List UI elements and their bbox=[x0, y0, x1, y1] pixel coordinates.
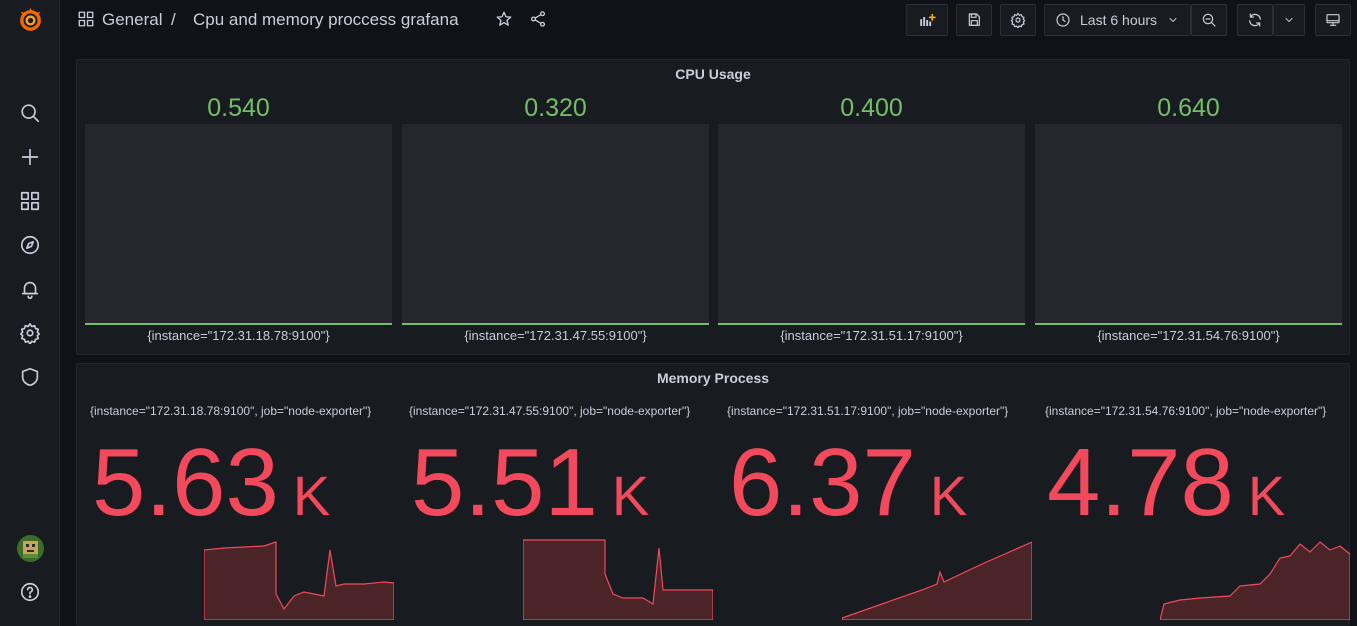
explore-icon[interactable] bbox=[16, 231, 44, 259]
zoom-out-icon bbox=[1202, 13, 1216, 27]
memory-stat-value: 4.78 K bbox=[1047, 428, 1285, 551]
cpu-gauge-label: {instance="172.31.51.17:9100"} bbox=[780, 328, 963, 343]
cpu-gauge-label: {instance="172.31.18.78:9100"} bbox=[147, 328, 330, 343]
memory-stat-label: {instance="172.31.47.55:9100", job="node… bbox=[409, 404, 691, 418]
time-picker-button[interactable]: Last 6 hours bbox=[1044, 4, 1191, 36]
tv-mode-button[interactable] bbox=[1315, 4, 1351, 36]
alerting-icon[interactable] bbox=[16, 275, 44, 303]
sidebar bbox=[0, 0, 60, 626]
memory-stat-label: {instance="172.31.18.78:9100", job="node… bbox=[90, 404, 372, 418]
dashboard-title[interactable]: Cpu and memory proccess grafana bbox=[193, 9, 459, 31]
memory-sparkline bbox=[523, 539, 713, 620]
dashboard-settings-button[interactable] bbox=[1000, 4, 1036, 36]
memory-sparkline bbox=[842, 541, 1032, 620]
memory-stat-unit: K bbox=[611, 464, 650, 527]
refresh-button[interactable] bbox=[1237, 4, 1273, 36]
cpu-panel-title[interactable]: CPU Usage bbox=[77, 66, 1349, 82]
shield-icon[interactable] bbox=[16, 363, 44, 391]
cpu-gauge-value: 0.640 bbox=[1157, 94, 1220, 122]
grafana-logo-icon[interactable] bbox=[17, 6, 44, 33]
clock-icon bbox=[1056, 13, 1070, 27]
search-icon[interactable] bbox=[16, 99, 44, 127]
top-bar: General / Cpu and memory proccess grafan… bbox=[61, 0, 1357, 42]
dashboards-grid-icon bbox=[75, 8, 97, 30]
cpu-gauge-bar bbox=[1035, 124, 1342, 325]
cpu-usage-panel[interactable]: CPU Usage 0.540 {instance="172.31.18.78:… bbox=[76, 59, 1350, 355]
breadcrumb-general[interactable]: General bbox=[102, 9, 162, 31]
refresh-interval-dropdown[interactable] bbox=[1273, 4, 1305, 36]
chevron-down-icon bbox=[1285, 18, 1293, 22]
avatar[interactable] bbox=[17, 535, 44, 562]
zoom-out-button[interactable] bbox=[1191, 4, 1227, 36]
memory-stat-unit: K bbox=[292, 464, 331, 527]
memory-stat-number: 5.51 bbox=[411, 429, 598, 536]
cpu-gauge-value: 0.400 bbox=[840, 94, 903, 122]
cpu-gauge-bar bbox=[402, 124, 709, 325]
gear-icon bbox=[1010, 12, 1026, 28]
memory-sparkline bbox=[204, 541, 394, 620]
refresh-icon bbox=[1249, 13, 1261, 27]
cpu-gauge-label: {instance="172.31.54.76:9100"} bbox=[1097, 328, 1280, 343]
memory-stat-value: 5.51 K bbox=[411, 428, 649, 551]
add-panel-button[interactable] bbox=[906, 4, 948, 36]
memory-process-panel[interactable]: Memory Process {instance="172.31.18.78:9… bbox=[76, 363, 1350, 626]
time-range-label: Last 6 hours bbox=[1080, 12, 1158, 28]
memory-stat-value: 6.37 K bbox=[729, 428, 967, 551]
cpu-gauge-label: {instance="172.31.47.55:9100"} bbox=[464, 328, 647, 343]
memory-stat-number: 4.78 bbox=[1047, 429, 1234, 536]
save-dashboard-button[interactable] bbox=[956, 4, 992, 36]
breadcrumb-separator: / bbox=[171, 10, 176, 29]
help-icon[interactable] bbox=[16, 578, 44, 606]
add-panel-icon bbox=[920, 13, 936, 26]
cpu-gauge-bar bbox=[718, 124, 1025, 325]
memory-stat-label: {instance="172.31.54.76:9100", job="node… bbox=[1045, 404, 1327, 418]
plus-icon[interactable] bbox=[16, 143, 44, 171]
cpu-gauge-bar bbox=[85, 124, 392, 325]
memory-panel-title[interactable]: Memory Process bbox=[77, 370, 1349, 386]
save-icon bbox=[968, 13, 980, 26]
memory-stat-label: {instance="172.31.51.17:9100", job="node… bbox=[727, 404, 1009, 418]
cpu-gauge-value: 0.320 bbox=[524, 94, 587, 122]
star-icon[interactable] bbox=[493, 8, 515, 30]
settings-icon[interactable] bbox=[16, 319, 44, 347]
chevron-down-icon bbox=[1169, 18, 1177, 22]
memory-sparkline bbox=[1160, 541, 1350, 620]
share-icon[interactable] bbox=[527, 8, 549, 30]
memory-stat-unit: K bbox=[929, 464, 968, 527]
memory-stat-value: 5.63 K bbox=[92, 428, 330, 551]
tv-mode-icon bbox=[1326, 14, 1340, 26]
dashboards-icon[interactable] bbox=[16, 187, 44, 215]
cpu-gauge-value: 0.540 bbox=[207, 94, 270, 122]
memory-stat-number: 5.63 bbox=[92, 429, 279, 536]
memory-stat-unit: K bbox=[1247, 464, 1286, 527]
memory-stat-number: 6.37 bbox=[729, 429, 916, 536]
